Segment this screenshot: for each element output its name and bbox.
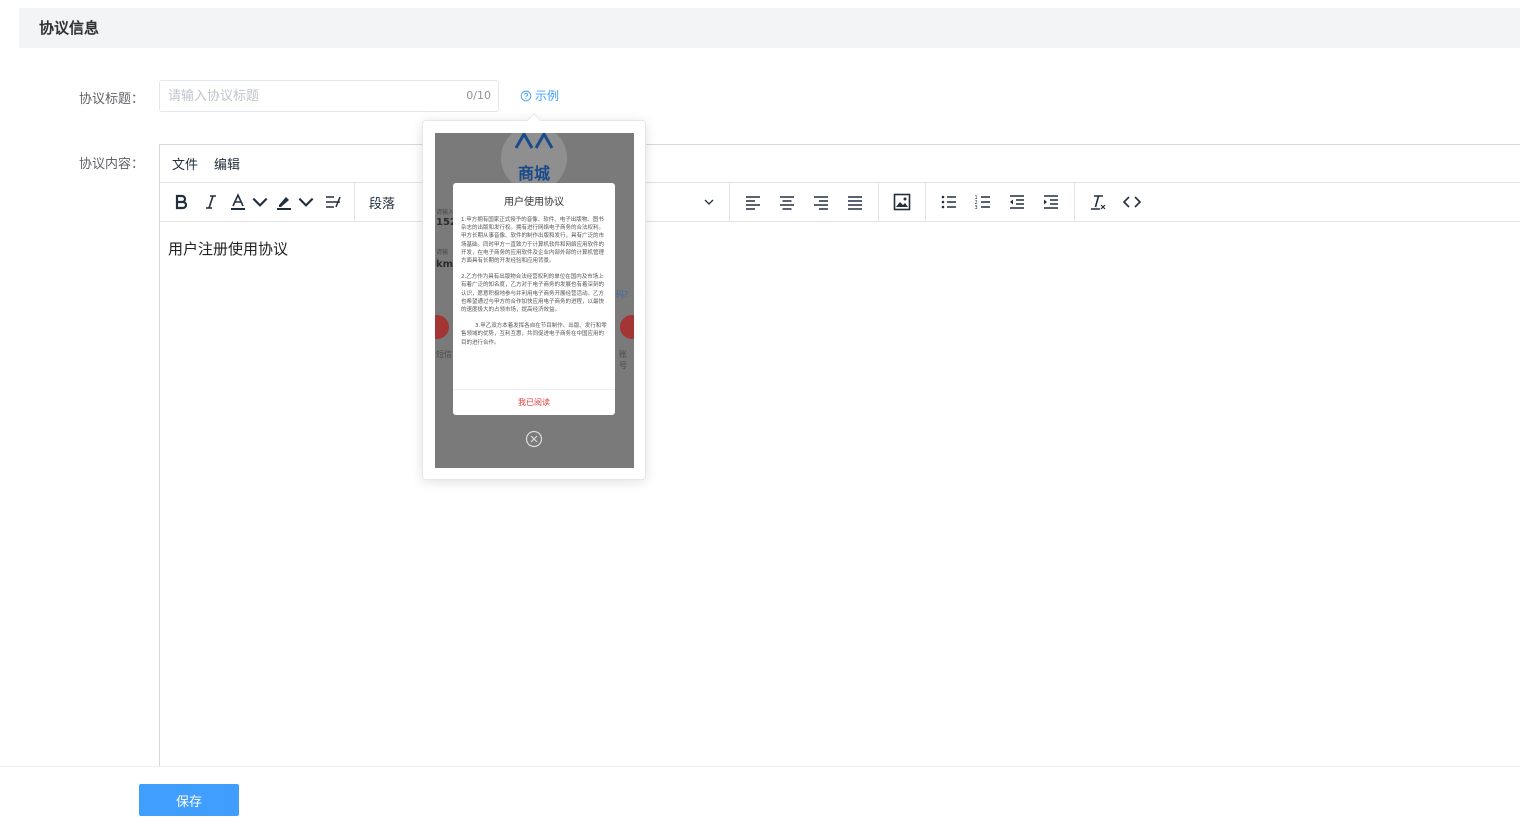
block-format-value: 段落 — [369, 196, 396, 212]
outdent-icon — [1010, 195, 1024, 209]
align-right-button[interactable] — [804, 187, 838, 217]
menu-edit[interactable]: 编辑 — [214, 154, 240, 173]
preview-dialog-title: 用户使用协议 — [504, 197, 564, 208]
preview-side-text: 账号 — [619, 350, 627, 370]
code-icon — [1122, 196, 1142, 208]
section-title: 协议信息 — [39, 19, 100, 37]
logo-text: 商城 — [517, 164, 550, 183]
editor-menubar: 文件 编辑 — [160, 145, 1520, 183]
indent-button[interactable] — [1034, 187, 1068, 217]
preview-agreement-dialog: 用户使用协议 1.甲方拥有国家正式授予的音像、软件、电子出版物、图书杂志的出版和… — [453, 183, 615, 415]
rich-text-editor: 文件 编辑 段落 16px — [159, 144, 1520, 784]
chevron-down-icon — [704, 199, 714, 205]
example-popover: 商城 请输入 152 请输 km 码? 短信 账号 用户使用协议 1.甲方拥有国… — [422, 112, 646, 480]
editor-content-area[interactable]: 用户注册使用协议 — [160, 222, 1520, 275]
example-link[interactable]: 示例 — [520, 87, 559, 104]
toolbar-divider — [925, 183, 926, 221]
title-char-count: 0/10 — [466, 89, 491, 102]
popover-arrow — [526, 112, 542, 128]
section-header: 协议信息 — [19, 8, 1520, 48]
clear-format-icon — [1091, 195, 1106, 210]
preview-side-text: 短信 — [436, 350, 452, 359]
bullet-list-icon — [941, 195, 956, 209]
toolbar-divider — [354, 183, 355, 221]
insert-image-button[interactable] — [885, 187, 919, 217]
example-link-label: 示例 — [535, 89, 560, 103]
align-center-button[interactable] — [770, 187, 804, 217]
svg-text:3: 3 — [975, 205, 978, 211]
bottom-action-bar: 保存 — [0, 766, 1520, 824]
example-preview-image: 商城 请输入 152 请输 km 码? 短信 账号 用户使用协议 1.甲方拥有国… — [435, 133, 634, 468]
preview-paragraph: 2.乙方作为具有出版物合法经营权利的单位在国内及市场上有着广泛的知名度，乙方对于… — [461, 274, 605, 314]
highlight-color-button[interactable] — [272, 187, 318, 217]
align-right-icon — [814, 196, 828, 210]
toolbar-divider — [729, 183, 730, 221]
preview-red-button — [435, 315, 449, 339]
preview-side-text: km — [436, 259, 454, 270]
italic-icon — [206, 195, 216, 209]
bold-icon — [175, 194, 188, 210]
question-circle-icon — [520, 90, 532, 101]
italic-button[interactable] — [196, 187, 226, 217]
strikethrough-icon — [326, 196, 341, 208]
editor-content-text: 用户注册使用协议 — [168, 240, 289, 258]
text-color-icon — [231, 193, 245, 210]
bold-button[interactable] — [166, 187, 196, 217]
preview-paragraph: 1.甲方拥有国家正式授予的音像、软件、电子出版物、图书杂志的出版和发行权。拥有进… — [461, 217, 605, 265]
logo-mark-icon — [514, 133, 554, 149]
align-justify-button[interactable] — [838, 187, 872, 217]
align-center-icon — [780, 196, 794, 210]
preview-paragraph: 3.甲乙双方本着发挥各自在节目制作、出版、发行和零售领域的优势，互利互惠，共同促… — [461, 323, 607, 346]
strikethrough-button[interactable] — [318, 187, 348, 217]
preview-dialog-body: 1.甲方拥有国家正式授予的音像、软件、电子出版物、图书杂志的出版和发行权。拥有进… — [453, 208, 615, 347]
bullet-list-button[interactable] — [932, 187, 966, 217]
preview-side-text: 码? — [616, 290, 629, 299]
title-input-wrapper[interactable]: 0/10 — [159, 80, 499, 112]
toolbar-divider — [878, 183, 879, 221]
text-color-button[interactable] — [226, 187, 272, 217]
outdent-button[interactable] — [1000, 187, 1034, 217]
preview-side-text: 请输入 — [436, 209, 455, 216]
source-code-button[interactable] — [1115, 187, 1149, 217]
chevron-down-icon — [298, 197, 314, 207]
numbered-list-button[interactable]: 123 — [966, 187, 1000, 217]
chevron-down-icon — [252, 197, 268, 207]
align-left-icon — [746, 196, 760, 210]
save-button[interactable]: 保存 — [139, 784, 239, 816]
menu-file[interactable]: 文件 — [172, 154, 198, 173]
editor-toolbar: 段落 16px 123 — [160, 183, 1520, 222]
clear-format-button[interactable] — [1081, 187, 1115, 217]
highlighter-icon — [277, 197, 291, 210]
align-justify-icon — [848, 196, 862, 210]
image-icon — [893, 193, 911, 211]
preview-side-text: 请输 — [436, 249, 449, 256]
indent-icon — [1044, 195, 1058, 209]
title-label: 协议标题： — [79, 92, 145, 107]
preview-red-button — [620, 315, 634, 339]
close-circle-icon — [525, 430, 543, 448]
title-input[interactable] — [160, 81, 450, 111]
toolbar-divider — [1074, 183, 1075, 221]
numbered-list-icon: 123 — [975, 195, 990, 211]
content-label: 协议内容： — [79, 157, 145, 172]
align-left-button[interactable] — [736, 187, 770, 217]
preview-dialog-button: 我已阅读 — [453, 389, 615, 415]
